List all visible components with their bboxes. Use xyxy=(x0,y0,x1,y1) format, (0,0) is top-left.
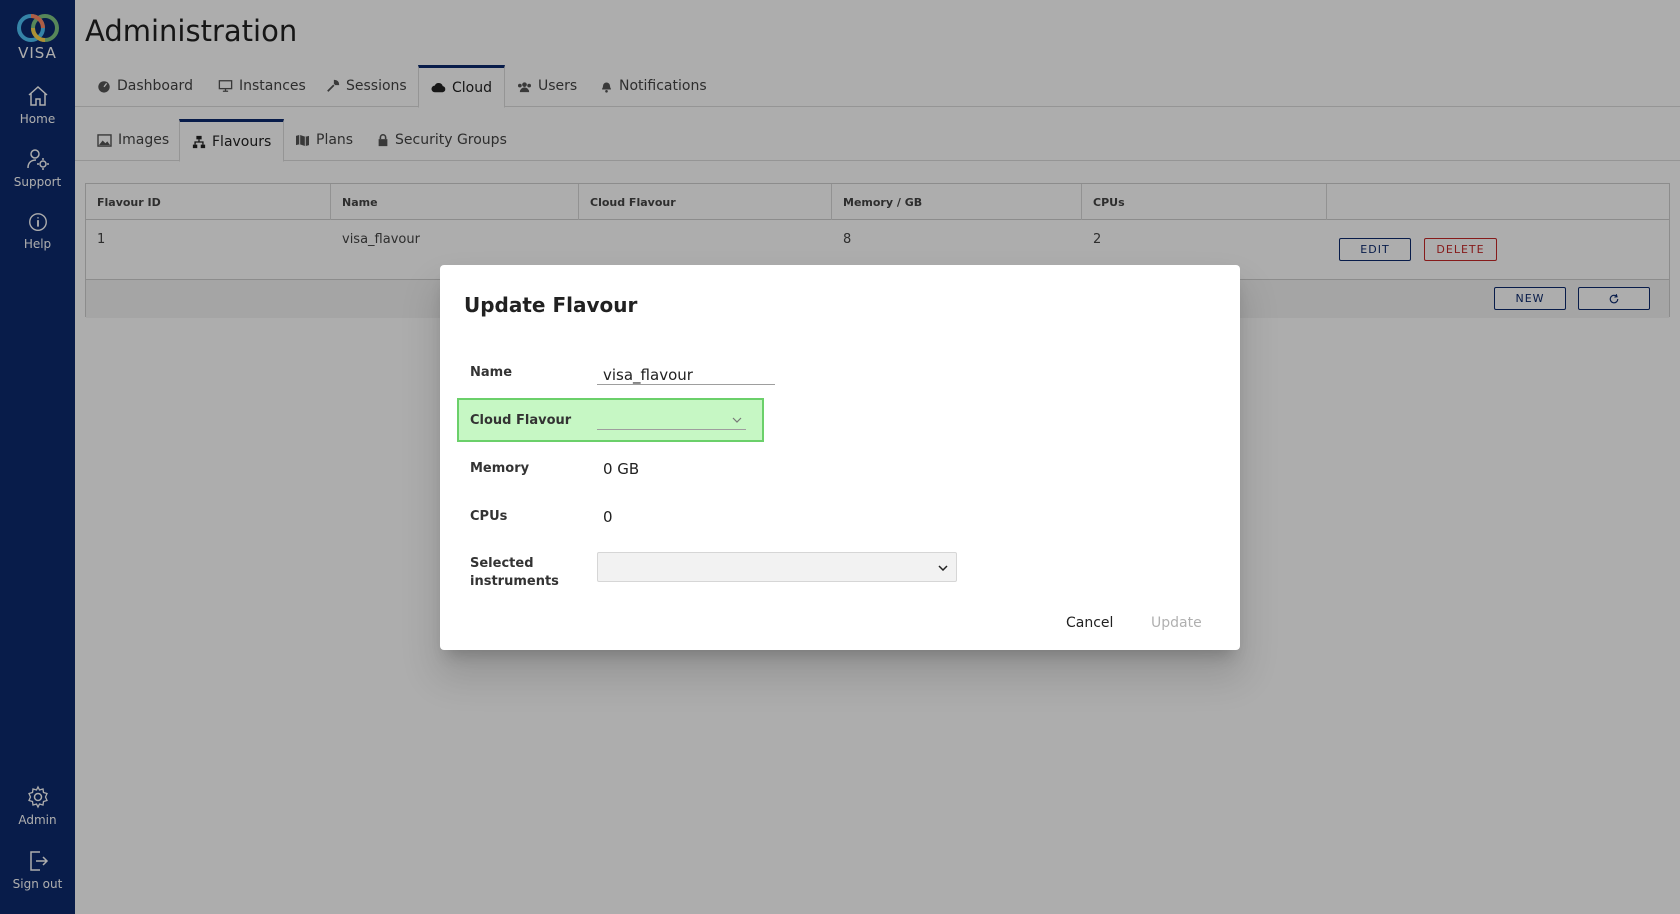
update-flavour-dialog: Update Flavour Name Cloud Flavour Memory… xyxy=(440,265,1240,650)
cancel-button[interactable]: Cancel xyxy=(1066,615,1113,631)
cpus-value: 0 xyxy=(603,508,613,526)
cloud-flavour-label: Cloud Flavour xyxy=(470,413,572,428)
name-input[interactable] xyxy=(597,365,775,385)
chevron-down-icon xyxy=(938,565,948,571)
instruments-select[interactable] xyxy=(597,552,957,582)
chevron-down-icon xyxy=(732,417,742,423)
cloud-flavour-select[interactable] xyxy=(597,410,746,430)
update-button[interactable]: Update xyxy=(1151,615,1202,631)
cpus-label: CPUs xyxy=(470,509,508,524)
name-label: Name xyxy=(470,365,513,380)
dialog-title: Update Flavour xyxy=(464,293,638,317)
memory-value: 0 GB xyxy=(603,460,640,478)
instruments-label: Selected instruments xyxy=(470,556,559,589)
memory-label: Memory xyxy=(470,461,530,476)
